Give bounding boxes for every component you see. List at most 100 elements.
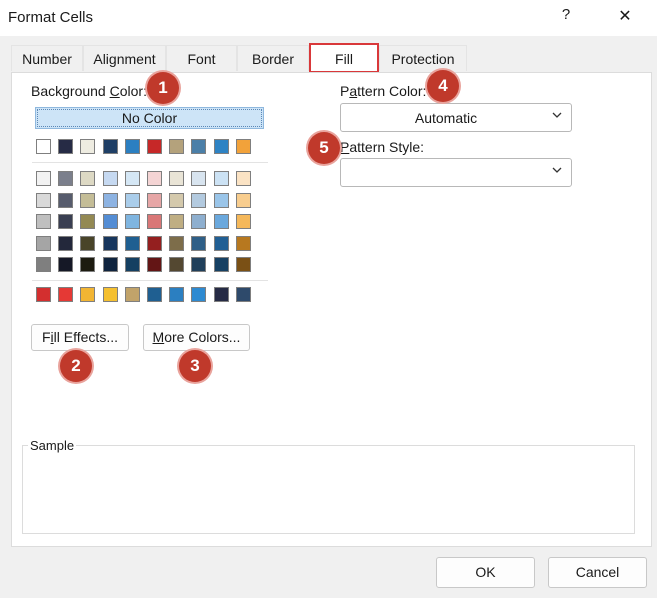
pattern-color-label: Pattern Color: bbox=[340, 83, 427, 99]
color-swatch[interactable] bbox=[213, 257, 229, 272]
color-swatch[interactable] bbox=[58, 214, 74, 229]
color-swatch[interactable] bbox=[80, 235, 96, 251]
color-swatch[interactable] bbox=[147, 287, 162, 302]
color-swatch[interactable] bbox=[80, 171, 96, 186]
cancel-button[interactable]: Cancel bbox=[548, 557, 647, 588]
color-swatch[interactable] bbox=[147, 257, 162, 272]
color-swatch[interactable] bbox=[102, 257, 118, 272]
pattern-style-label: Pattern Style: bbox=[340, 139, 425, 155]
color-swatch[interactable] bbox=[124, 139, 140, 154]
color-swatch[interactable] bbox=[169, 235, 185, 251]
chevron-down-icon bbox=[552, 167, 562, 173]
color-swatch[interactable] bbox=[80, 192, 96, 208]
close-button[interactable]: ✕ bbox=[612, 6, 638, 28]
color-swatch[interactable] bbox=[36, 287, 51, 302]
window-title: Format Cells bbox=[8, 9, 94, 26]
color-swatch[interactable] bbox=[169, 192, 185, 208]
color-swatch[interactable] bbox=[80, 287, 96, 302]
color-swatch[interactable] bbox=[58, 139, 74, 154]
color-swatch[interactable] bbox=[235, 192, 251, 208]
color-swatch[interactable] bbox=[36, 235, 51, 251]
color-swatch[interactable] bbox=[58, 171, 74, 186]
title-bar: Format Cells ? ✕ bbox=[0, 0, 657, 36]
tab-font[interactable]: Font bbox=[166, 45, 237, 71]
color-swatch[interactable] bbox=[124, 171, 140, 186]
color-swatch[interactable] bbox=[147, 235, 162, 251]
color-swatch[interactable] bbox=[124, 214, 140, 229]
color-swatch[interactable] bbox=[235, 214, 251, 229]
more-colors-button[interactable]: More Colors... bbox=[143, 324, 250, 351]
color-swatch[interactable] bbox=[36, 214, 51, 229]
sample-label: Sample bbox=[28, 438, 77, 453]
color-swatch[interactable] bbox=[147, 192, 162, 208]
color-swatch[interactable] bbox=[80, 139, 96, 154]
color-swatch[interactable] bbox=[191, 192, 207, 208]
color-swatch[interactable] bbox=[191, 287, 207, 302]
callout-badge-2: 2 bbox=[60, 350, 92, 382]
color-swatch[interactable] bbox=[102, 287, 118, 302]
color-swatch[interactable] bbox=[235, 171, 251, 186]
color-swatch[interactable] bbox=[36, 171, 51, 186]
color-swatch[interactable] bbox=[36, 192, 51, 208]
ok-button[interactable]: OK bbox=[436, 557, 535, 588]
color-swatch[interactable] bbox=[191, 257, 207, 272]
pattern-style-dropdown[interactable] bbox=[340, 158, 572, 187]
color-swatch[interactable] bbox=[169, 171, 185, 186]
color-swatch[interactable] bbox=[169, 139, 185, 154]
color-swatch[interactable] bbox=[102, 139, 118, 154]
callout-badge-3: 3 bbox=[179, 350, 211, 382]
color-swatch[interactable] bbox=[147, 214, 162, 229]
color-swatch[interactable] bbox=[169, 214, 185, 229]
color-swatch[interactable] bbox=[147, 171, 162, 186]
color-swatch[interactable] bbox=[235, 287, 251, 302]
callout-badge-1: 1 bbox=[147, 72, 179, 104]
color-swatch[interactable] bbox=[169, 257, 185, 272]
color-swatch[interactable] bbox=[191, 235, 207, 251]
color-swatch[interactable] bbox=[102, 235, 118, 251]
color-swatch[interactable] bbox=[58, 257, 74, 272]
color-swatch[interactable] bbox=[124, 192, 140, 208]
color-swatch[interactable] bbox=[58, 192, 74, 208]
color-swatch[interactable] bbox=[102, 214, 118, 229]
color-swatch[interactable] bbox=[235, 257, 251, 272]
color-swatch[interactable] bbox=[191, 139, 207, 154]
color-swatch[interactable] bbox=[213, 235, 229, 251]
fill-effects-button[interactable]: Fill Effects... bbox=[31, 324, 129, 351]
color-swatch[interactable] bbox=[36, 139, 51, 154]
color-swatch[interactable] bbox=[58, 287, 74, 302]
sample-preview bbox=[22, 445, 635, 534]
help-button[interactable]: ? bbox=[556, 6, 576, 28]
chevron-down-icon bbox=[552, 112, 562, 118]
color-swatch[interactable] bbox=[102, 192, 118, 208]
color-swatch[interactable] bbox=[191, 171, 207, 186]
color-swatch[interactable] bbox=[213, 171, 229, 186]
color-swatch[interactable] bbox=[191, 214, 207, 229]
tab-border[interactable]: Border bbox=[237, 45, 309, 71]
tab-fill[interactable]: Fill bbox=[309, 43, 379, 73]
palette-divider bbox=[32, 162, 268, 163]
color-swatch[interactable] bbox=[235, 139, 251, 154]
color-swatch[interactable] bbox=[213, 192, 229, 208]
color-swatch[interactable] bbox=[169, 287, 185, 302]
color-swatch[interactable] bbox=[80, 214, 96, 229]
color-swatch[interactable] bbox=[235, 235, 251, 251]
color-swatch[interactable] bbox=[102, 171, 118, 186]
color-swatch[interactable] bbox=[213, 139, 229, 154]
pattern-color-value: Automatic bbox=[414, 110, 478, 126]
color-swatch[interactable] bbox=[36, 257, 51, 272]
color-swatch[interactable] bbox=[213, 287, 229, 302]
pattern-color-dropdown[interactable]: Automatic bbox=[340, 103, 572, 132]
color-swatch[interactable] bbox=[80, 257, 96, 272]
no-color-button[interactable]: No Color bbox=[35, 107, 264, 129]
color-swatch[interactable] bbox=[124, 287, 140, 302]
color-swatch[interactable] bbox=[147, 139, 162, 154]
callout-badge-4: 4 bbox=[427, 70, 459, 102]
tab-number[interactable]: Number bbox=[11, 45, 83, 71]
tab-alignment[interactable]: Alignment bbox=[83, 45, 166, 71]
callout-badge-5: 5 bbox=[308, 132, 340, 164]
color-swatch[interactable] bbox=[124, 257, 140, 272]
color-swatch[interactable] bbox=[213, 214, 229, 229]
tab-protection[interactable]: Protection bbox=[379, 45, 467, 71]
color-swatch[interactable] bbox=[58, 235, 74, 251]
color-swatch[interactable] bbox=[124, 235, 140, 251]
